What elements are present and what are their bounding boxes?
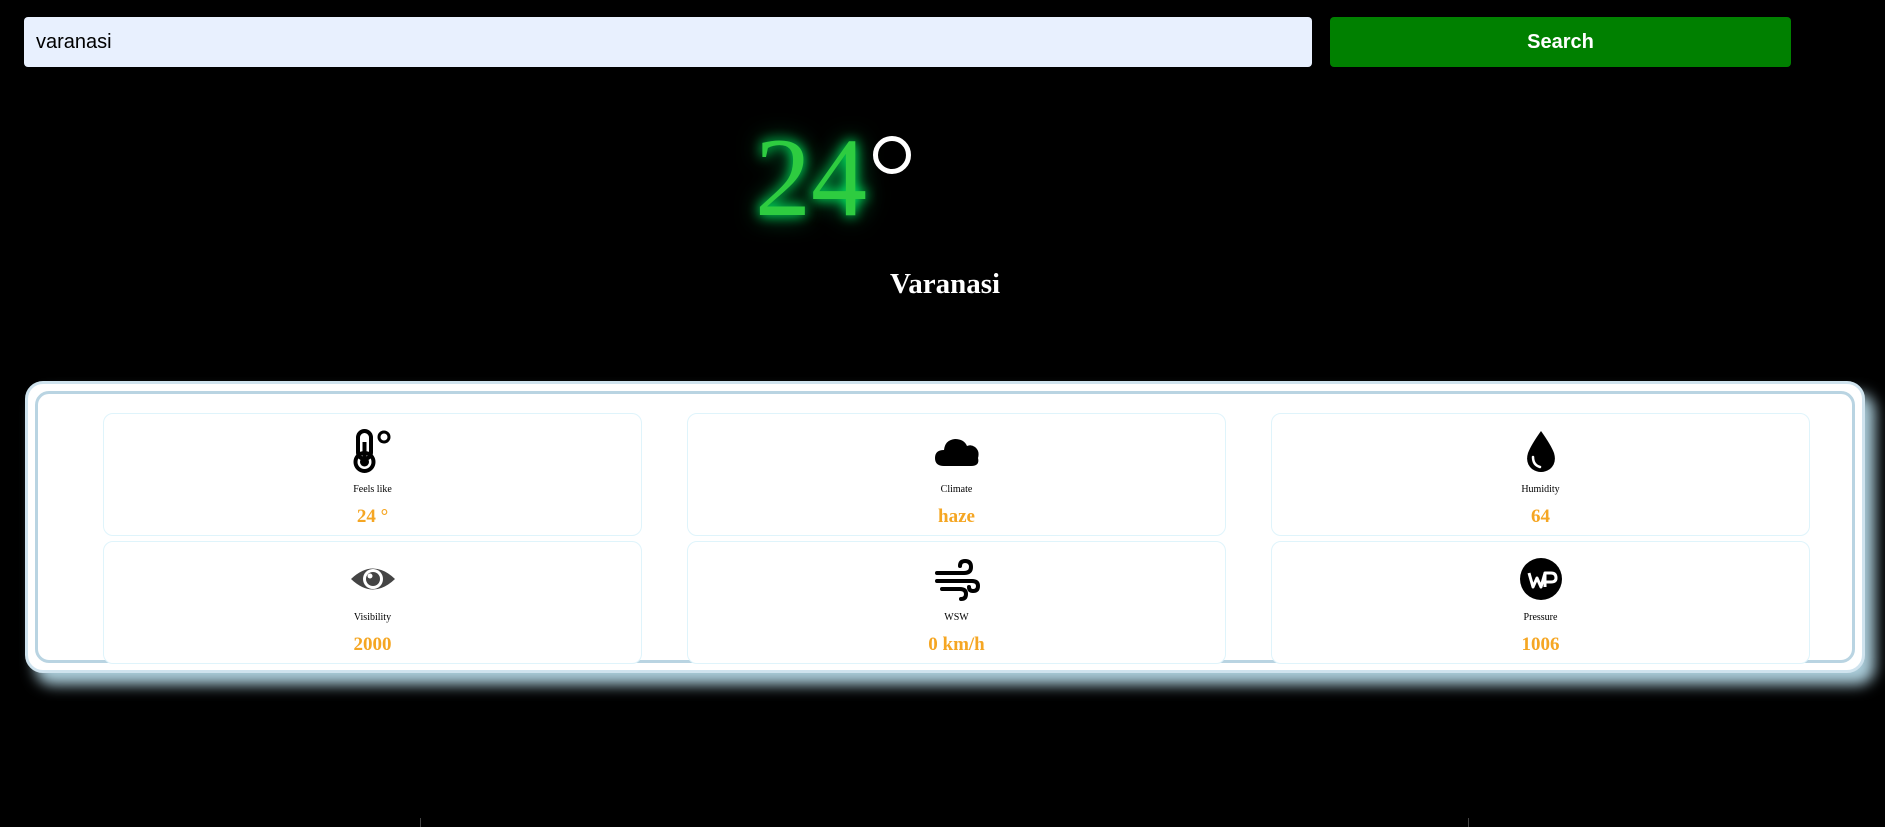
detail-card-climate: Climate haze [687,413,1226,536]
detail-card-pressure: Pressure 1006 [1271,541,1810,664]
detail-value: 0 km/h [928,634,985,655]
degree-symbol [873,136,911,174]
detail-value: 1006 [1521,634,1560,655]
detail-value: 64 [1531,506,1550,527]
detail-value: 2000 [353,634,392,655]
divider [1468,818,1469,827]
detail-card-wind: WSW 0 km/h [687,541,1226,664]
detail-label: Humidity [1521,484,1560,495]
detail-card-humidity: Humidity 64 [1271,413,1810,536]
detail-label: WSW [944,612,969,623]
search-input[interactable] [24,17,1312,67]
city-name: Varanasi [889,268,1001,300]
thermometer-icon [353,429,390,473]
cloud-icon [934,439,979,466]
temperature-value: 24 [755,116,867,240]
search-button[interactable]: Search [1330,17,1791,67]
wind-icon [934,558,980,601]
detail-label: Pressure [1523,612,1558,623]
water-drop-icon [1526,431,1555,472]
detail-label: Feels like [353,484,392,495]
detail-label: Visibility [353,612,392,623]
divider [420,818,421,827]
detail-card-visibility: Visibility 2000 [103,541,642,664]
pressure-icon [1519,558,1562,600]
detail-card-feels-like: Feels like 24 ° [103,413,642,536]
weather-details-panel: Feels like 24 ° Climate haze Humidity 64 [25,381,1865,673]
eye-icon [350,568,395,590]
temperature-display: 24 [755,118,911,238]
detail-value: 24 ° [356,506,389,527]
weather-details-frame: Feels like 24 ° Climate haze Humidity 64 [35,391,1855,664]
detail-value: haze [938,506,975,527]
weather-app: Search 24 Varanasi Feels like 24 ° [0,0,1885,827]
detail-label: Climate [940,484,973,495]
